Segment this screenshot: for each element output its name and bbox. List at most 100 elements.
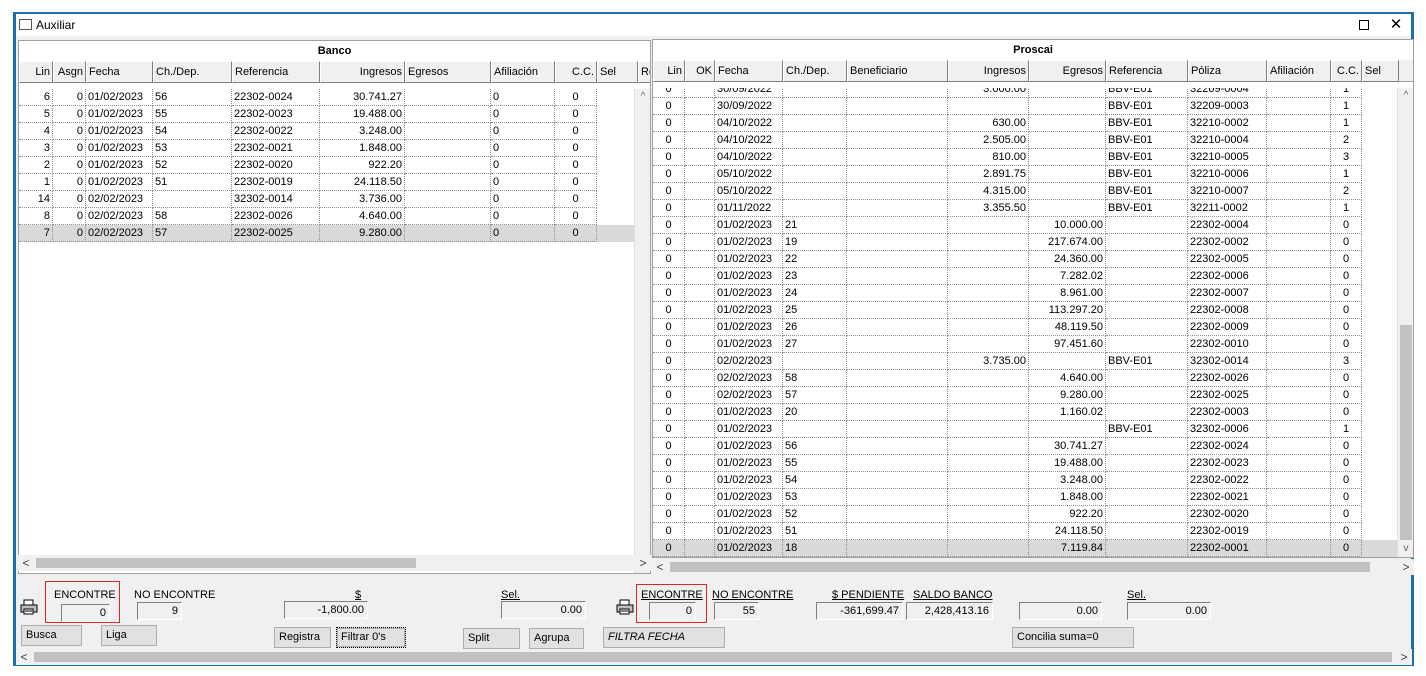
column-header[interactable]: Lin (19, 61, 53, 83)
column-header[interactable]: Lin (653, 60, 685, 82)
proscai-vertical-scrollbar[interactable]: ^ v (1397, 88, 1413, 557)
busca-button[interactable]: Busca (21, 625, 82, 646)
column-header[interactable]: Sel (1362, 60, 1399, 82)
proscai-body[interactable]: 0 30/09/2022 3.000.00 BBV-E01 32209-0004 1 0 30… (653, 88, 1397, 557)
scroll-right-icon[interactable]: > (1396, 649, 1412, 665)
filtrar-ceros-button[interactable]: Filtrar 0's (336, 627, 406, 648)
table-cell: 0 (653, 183, 685, 200)
table-row[interactable]: 0 01/02/2023 26 48.119.50 22302-0009 0 (653, 319, 1397, 336)
scroll-right-icon[interactable]: > (1398, 559, 1414, 575)
table-row[interactable]: 0 01/02/2023 52 922.20 22302-0020 0 (653, 506, 1397, 523)
table-row[interactable]: 0 04/10/2022 2.505.00 BBV-E01 32210-0004 2 (653, 132, 1397, 149)
table-cell (948, 217, 1029, 234)
table-cell: 0 (653, 268, 685, 285)
banco-horizontal-scrollbar[interactable]: < > (18, 555, 651, 571)
table-row[interactable]: 3 0 01/02/2023 53 22302-0021 1.848.00 0 0 (19, 140, 634, 157)
column-header[interactable]: Ingresos (320, 61, 405, 83)
table-row[interactable]: 0 04/10/2022 630.00 BBV-E01 32210-0002 1 (653, 115, 1397, 132)
table-row[interactable]: 0 30/09/2022 3.000.00 BBV-E01 32209-0004 1 (653, 88, 1397, 98)
window-horizontal-scrollbar[interactable]: < > (16, 649, 1412, 665)
table-row[interactable]: 6 0 01/02/2023 56 22302-0024 30.741.27 0 0 (19, 89, 634, 106)
column-header[interactable]: Ch./Dep. (783, 60, 847, 82)
column-header[interactable]: Afiliación (491, 61, 555, 83)
table-row[interactable]: 0 30/09/2022 BBV-E01 32209-0003 1 (653, 98, 1397, 115)
column-header[interactable]: Ch./Dep. (153, 61, 232, 83)
table-row[interactable]: 0 01/02/2023 20 1.160.02 22302-0003 0 (653, 404, 1397, 421)
column-header[interactable]: Egresos (1029, 60, 1106, 82)
table-row[interactable]: 0 01/02/2023 21 10.000.00 22302-0004 0 (653, 217, 1397, 234)
printer-icon[interactable] (20, 599, 38, 615)
close-button[interactable]: ✕ (1381, 15, 1411, 35)
table-row[interactable]: 0 05/10/2022 2.891.75 BBV-E01 32210-0006 1 (653, 166, 1397, 183)
table-row[interactable]: 0 01/02/2023 27 97.451.60 22302-0010 0 (653, 336, 1397, 353)
column-header[interactable]: Asgn (53, 61, 86, 83)
scroll-left-icon[interactable]: < (18, 555, 34, 571)
column-header[interactable]: C.C. (1331, 60, 1362, 82)
column-header[interactable]: Afiliación (1267, 60, 1331, 82)
table-row[interactable]: 0 02/02/2023 57 9.280.00 22302-0025 0 (653, 387, 1397, 404)
table-row[interactable]: 0 05/10/2022 4.315.00 BBV-E01 32210-0007 2 (653, 183, 1397, 200)
table-cell: 2.505.00 (948, 132, 1029, 149)
printer-icon[interactable] (616, 599, 634, 615)
table-row[interactable]: 14 0 02/02/2023 32302-0014 3.736.00 0 0 (19, 191, 634, 208)
banco-vertical-scrollbar[interactable]: ^ v (634, 89, 650, 573)
column-header[interactable]: Re (638, 61, 650, 83)
table-row[interactable]: 0 01/02/2023 19 217.674.00 22302-0002 0 (653, 234, 1397, 251)
banco-body[interactable]: 6 0 01/02/2023 56 22302-0024 30.741.27 0 0 5 0 01/… (19, 89, 634, 573)
split-button[interactable]: Split (463, 628, 520, 649)
column-header[interactable]: Fecha (86, 61, 153, 83)
table-row[interactable]: 5 0 01/02/2023 55 22302-0023 19.488.00 0 0 (19, 106, 634, 123)
table-row[interactable]: 0 01/02/2023 18 7.119.84 22302-0001 0 (653, 540, 1397, 557)
scroll-left-icon[interactable]: < (652, 559, 668, 575)
filtra-fecha-button[interactable]: FILTRA FECHA (603, 627, 725, 648)
maximize-button[interactable] (1349, 15, 1379, 35)
table-cell: 58 (783, 370, 847, 387)
table-row[interactable]: 0 01/02/2023 22 24.360.00 22302-0005 0 (653, 251, 1397, 268)
column-header[interactable]: Referencia (232, 61, 320, 83)
liga-button[interactable]: Liga (101, 625, 157, 646)
column-header[interactable]: Fecha (715, 60, 783, 82)
proscai-horizontal-scrollbar[interactable]: < > (652, 559, 1414, 575)
column-header[interactable]: Referencia (1106, 60, 1188, 82)
column-header[interactable]: C.C. (555, 61, 597, 83)
table-row[interactable]: 0 01/02/2023 23 7.282.02 22302-0006 0 (653, 268, 1397, 285)
scroll-up-icon[interactable]: ^ (635, 89, 650, 105)
column-header[interactable]: Egresos (405, 61, 491, 83)
table-row[interactable]: 7 0 02/02/2023 57 22302-0025 9.280.00 0 0 (19, 225, 634, 242)
column-header[interactable]: OK (685, 60, 715, 82)
table-row[interactable]: 0 02/02/2023 58 4.640.00 22302-0026 0 (653, 370, 1397, 387)
table-row[interactable]: 0 01/02/2023 55 19.488.00 22302-0023 0 (653, 455, 1397, 472)
table-row[interactable]: 0 01/02/2023 56 30.741.27 22302-0024 0 (653, 438, 1397, 455)
table-row[interactable]: 0 04/10/2022 810.00 BBV-E01 32210-0005 3 (653, 149, 1397, 166)
column-header[interactable]: Sel (597, 61, 638, 83)
table-row[interactable]: 0 01/11/2022 3.355.50 BBV-E01 32211-0002 1 (653, 200, 1397, 217)
column-header[interactable]: Beneficiario (847, 60, 948, 82)
table-row[interactable]: 0 01/02/2023 51 24.118.50 22302-0019 0 (653, 523, 1397, 540)
banco-grid[interactable]: Banco Lin Asgn Fecha Ch./Dep. Referencia Ingr… (18, 40, 651, 574)
proscai-vscroll-thumb[interactable] (1400, 325, 1412, 540)
scroll-up-icon[interactable]: ^ (1398, 88, 1413, 104)
table-cell (847, 540, 948, 557)
table-row[interactable]: 0 01/02/2023 BBV-E01 32302-0006 1 (653, 421, 1397, 438)
scroll-down-icon[interactable]: v (1398, 541, 1413, 557)
scroll-right-icon[interactable]: > (635, 555, 651, 571)
proscai-grid[interactable]: Proscai Lin OK Fecha Ch./Dep. Beneficiario In… (652, 39, 1414, 558)
table-row[interactable]: 0 01/02/2023 54 3.248.00 22302-0022 0 (653, 472, 1397, 489)
registra-button[interactable]: Registra (274, 627, 331, 648)
column-header[interactable]: Póliza (1188, 60, 1267, 82)
scroll-left-icon[interactable]: < (16, 649, 32, 665)
table-row[interactable]: 1 0 01/02/2023 51 22302-0019 24.118.50 0 0 (19, 174, 634, 191)
concilia-button[interactable]: Concilia suma=0 (1012, 627, 1134, 648)
window-hscroll-thumb[interactable] (34, 652, 1392, 662)
table-row[interactable]: 0 02/02/2023 3.735.00 BBV-E01 32302-0014 3 (653, 353, 1397, 370)
table-row[interactable]: 0 01/02/2023 25 113.297.20 22302-0008 0 (653, 302, 1397, 319)
table-row[interactable]: 0 01/02/2023 53 1.848.00 22302-0021 0 (653, 489, 1397, 506)
table-row[interactable]: 0 01/02/2023 24 8.961.00 22302-0007 0 (653, 285, 1397, 302)
banco-hscroll-thumb[interactable] (36, 558, 416, 568)
table-row[interactable]: 2 0 01/02/2023 52 22302-0020 922.20 0 0 (19, 157, 634, 174)
proscai-hscroll-thumb[interactable] (670, 562, 1370, 572)
column-header[interactable]: Ingresos (948, 60, 1029, 82)
agrupa-button[interactable]: Agrupa (529, 628, 584, 649)
table-row[interactable]: 4 0 01/02/2023 54 22302-0022 3.248.00 0 0 (19, 123, 634, 140)
table-row[interactable]: 8 0 02/02/2023 58 22302-0026 4.640.00 0 0 (19, 208, 634, 225)
